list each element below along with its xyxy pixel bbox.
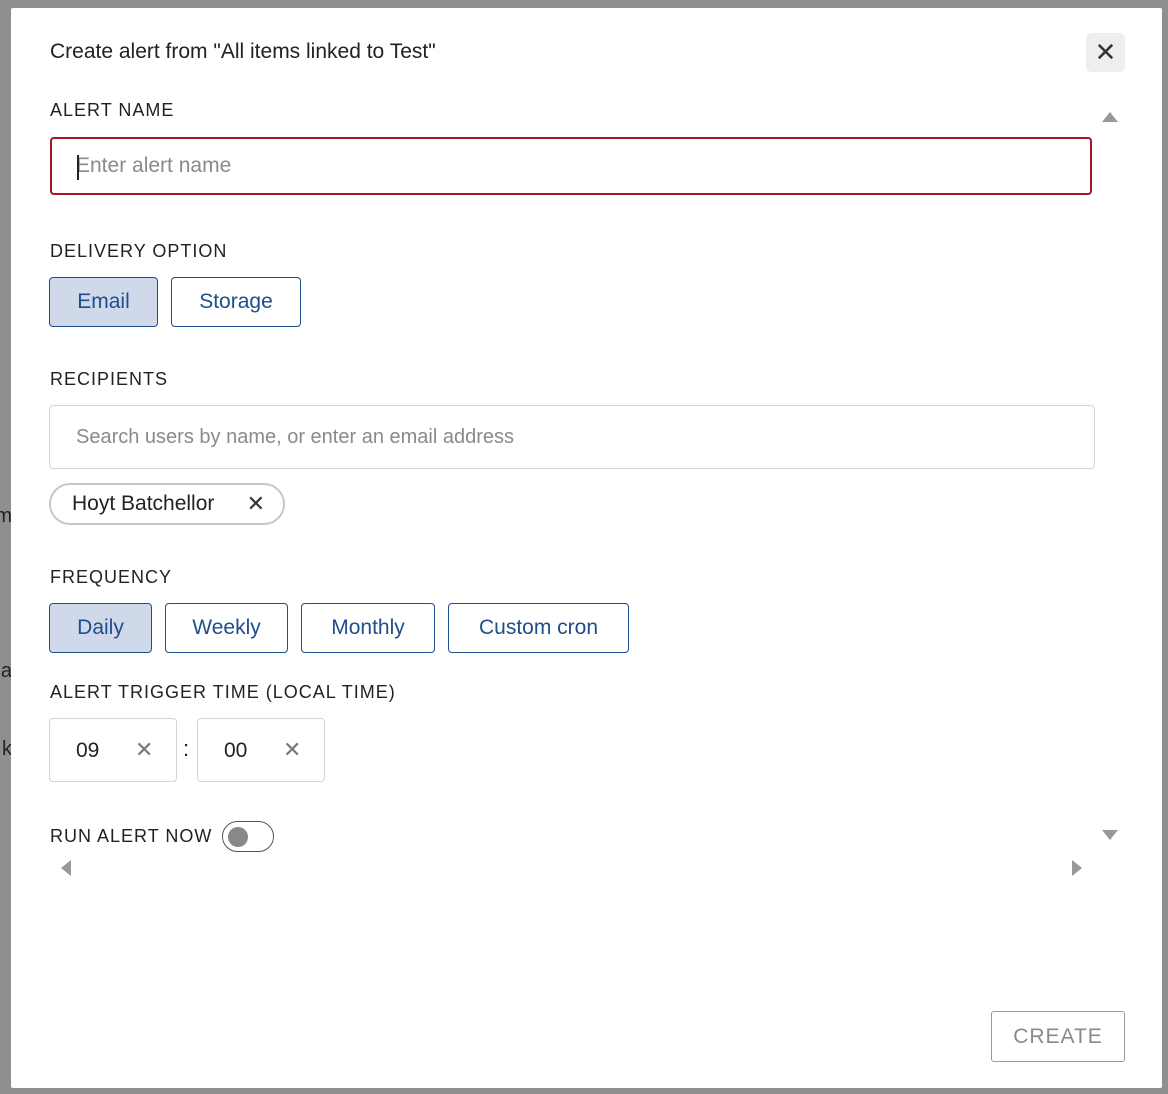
remove-recipient-icon[interactable]: ✕ xyxy=(247,491,265,517)
scroll-right-arrow-icon[interactable] xyxy=(1072,860,1082,876)
delivery-storage-button[interactable]: Storage xyxy=(171,277,301,327)
frequency-weekly-button[interactable]: Weekly xyxy=(165,603,288,653)
delivery-email-button[interactable]: Email xyxy=(49,277,158,327)
recipients-search-input[interactable] xyxy=(49,405,1095,469)
hour-value: 09 xyxy=(76,739,100,762)
minute-value: 00 xyxy=(224,739,248,762)
frequency-custom-cron-button[interactable]: Custom cron xyxy=(448,603,629,653)
recipient-chip: Hoyt Batchellor ✕ xyxy=(49,483,285,525)
scroll-down-arrow-icon[interactable] xyxy=(1102,830,1118,840)
hour-field[interactable]: 09 ✕ xyxy=(49,718,177,782)
frequency-monthly-button[interactable]: Monthly xyxy=(301,603,435,653)
frequency-daily-button[interactable]: Daily xyxy=(49,603,152,653)
alert-name-input[interactable] xyxy=(50,137,1092,195)
minute-field[interactable]: 00 ✕ xyxy=(197,718,325,782)
time-separator: : xyxy=(183,736,190,761)
close-button[interactable]: ✕ xyxy=(1086,33,1125,72)
run-alert-now-label: RUN ALERT NOW xyxy=(50,826,213,846)
recipients-label: RECIPIENTS xyxy=(50,369,169,389)
scroll-left-arrow-icon[interactable] xyxy=(61,860,71,876)
run-alert-now-toggle[interactable] xyxy=(222,821,274,852)
clear-minute-icon[interactable]: ✕ xyxy=(283,737,301,763)
trigger-time-label: ALERT TRIGGER TIME (LOCAL TIME) xyxy=(50,682,396,702)
dialog-title: Create alert from "All items linked to T… xyxy=(50,40,436,63)
recipient-chip-label: Hoyt Batchellor xyxy=(72,492,215,515)
close-icon: ✕ xyxy=(1094,37,1117,67)
scroll-up-arrow-icon[interactable] xyxy=(1102,112,1118,122)
clear-hour-icon[interactable]: ✕ xyxy=(135,737,153,763)
frequency-label: FREQUENCY xyxy=(50,567,173,587)
text-cursor xyxy=(77,155,79,180)
toggle-knob xyxy=(228,827,248,847)
delivery-option-label: DELIVERY OPTION xyxy=(50,241,228,261)
create-button[interactable]: CREATE xyxy=(991,1011,1125,1062)
alert-name-label: ALERT NAME xyxy=(50,100,175,120)
create-alert-dialog: Create alert from "All items linked to T… xyxy=(11,8,1162,1088)
